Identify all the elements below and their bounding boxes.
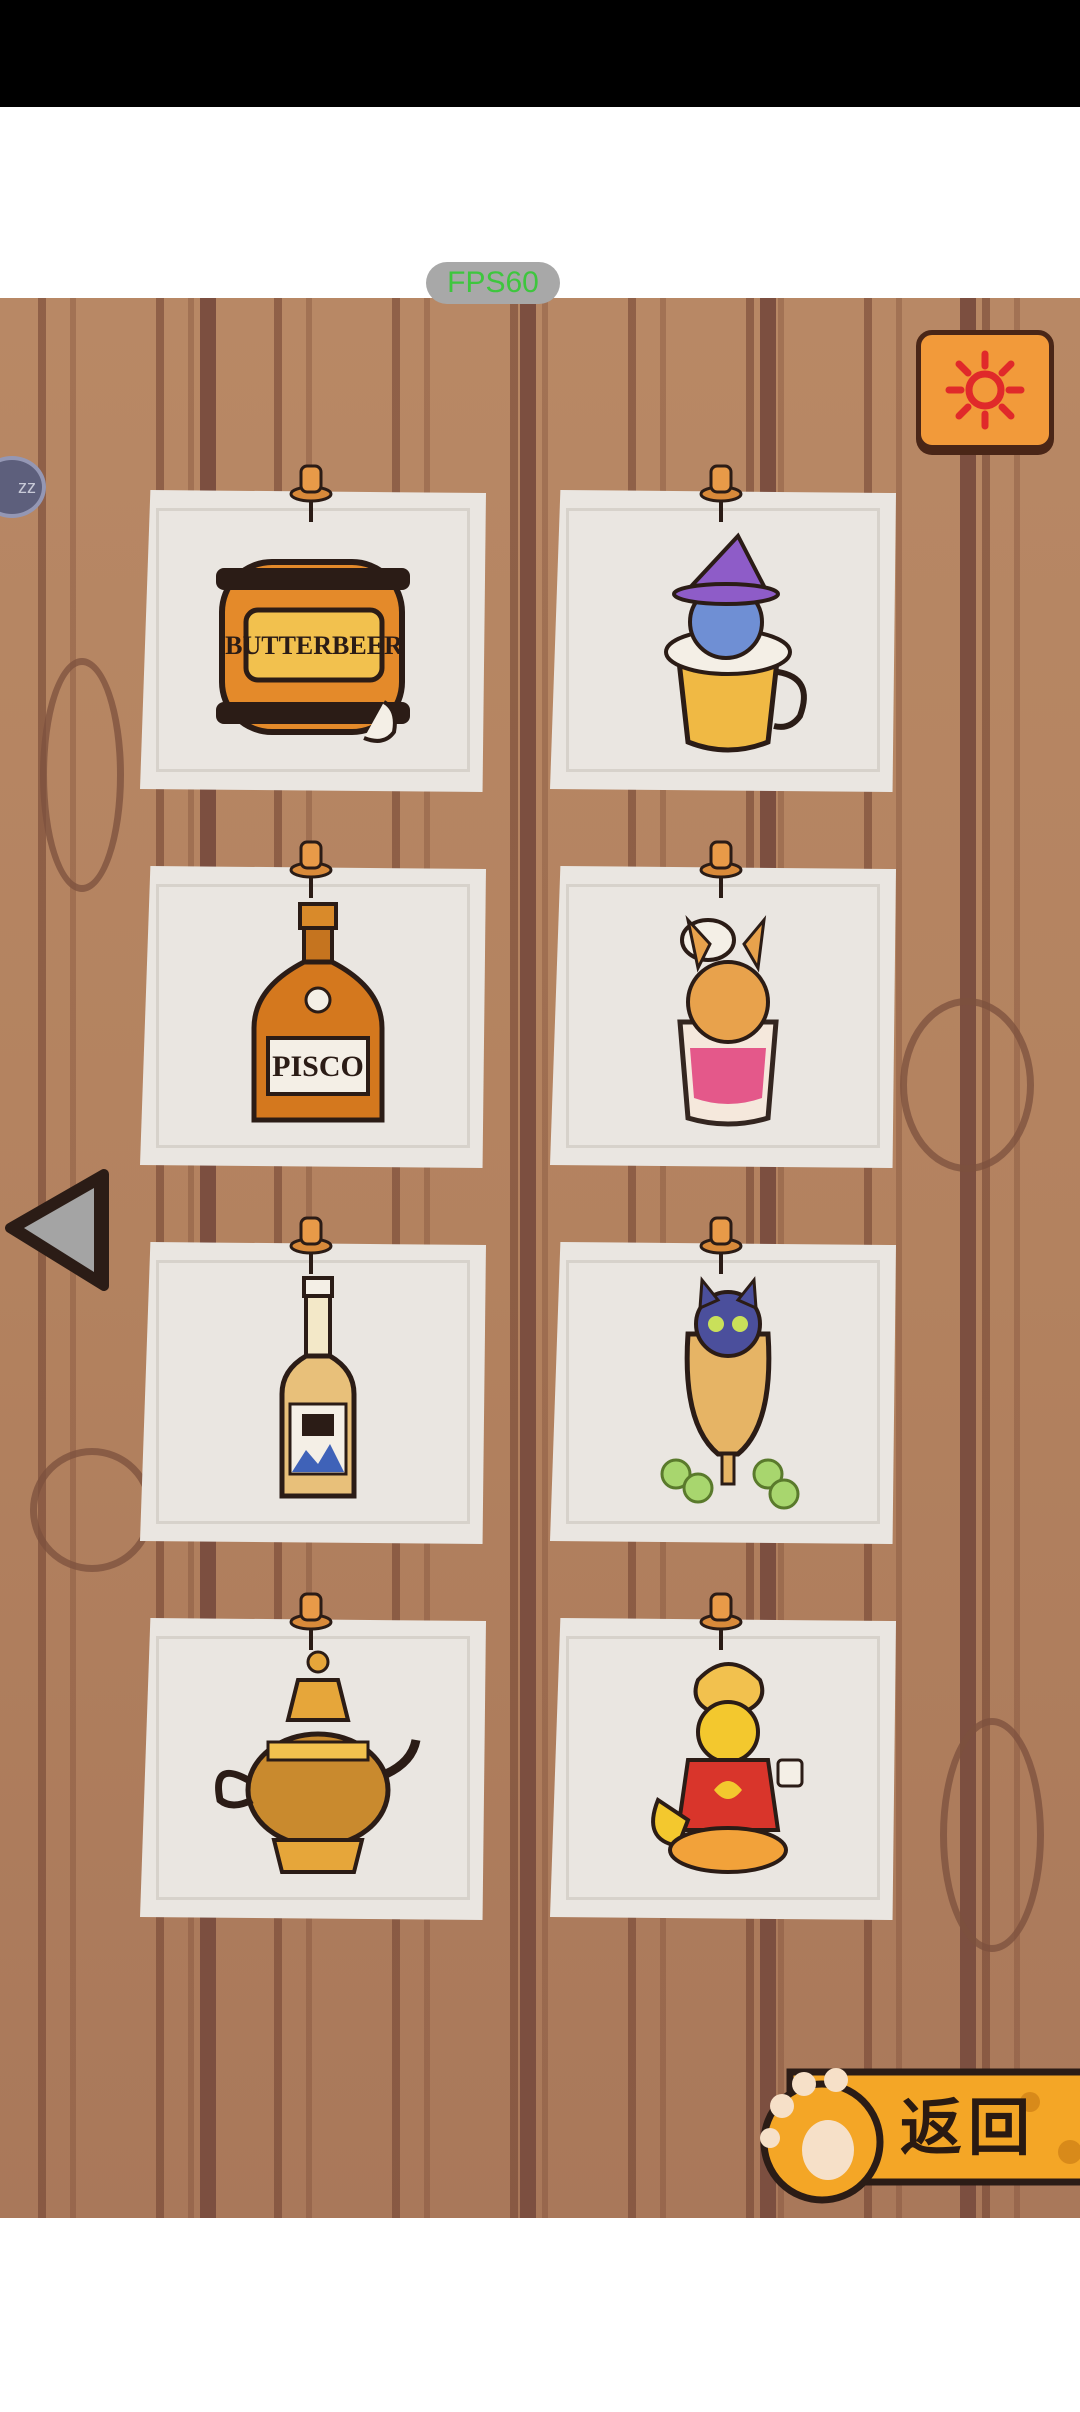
wood-knot bbox=[30, 1448, 154, 1572]
collection-card[interactable] bbox=[550, 460, 920, 792]
collection-grid: BUTTERBEER PISCO bbox=[140, 460, 920, 1960]
svg-text:PISCO: PISCO bbox=[272, 1050, 364, 1083]
pin-icon bbox=[289, 464, 333, 522]
golden-teapot-icon bbox=[215, 1650, 421, 1874]
settings-button[interactable] bbox=[916, 330, 1054, 450]
pisco-bottle-icon: PISCO bbox=[251, 902, 385, 1123]
pin-icon bbox=[289, 840, 333, 898]
wood-knot bbox=[900, 998, 1034, 1172]
wizard-cat-mug-icon bbox=[664, 532, 807, 753]
genie-cat-lamp-icon bbox=[651, 1662, 804, 1874]
pin-icon bbox=[289, 1216, 333, 1274]
collection-card[interactable] bbox=[140, 1212, 510, 1544]
pin-icon bbox=[289, 1592, 333, 1650]
butterbeer-barrel-icon: BUTTERBEER bbox=[216, 559, 410, 743]
return-button-label: 返回 bbox=[900, 2091, 1037, 2164]
collection-card[interactable] bbox=[550, 1588, 920, 1920]
clear-liquor-bottle-icon bbox=[279, 1276, 357, 1499]
collection-card[interactable] bbox=[140, 1588, 510, 1920]
bottom-area bbox=[0, 2218, 1080, 2412]
collection-card[interactable]: BUTTERBEER bbox=[140, 460, 510, 792]
collection-card[interactable] bbox=[550, 1212, 920, 1544]
status-bar bbox=[0, 0, 1080, 107]
collection-card[interactable]: PISCO bbox=[140, 836, 510, 1168]
pin-icon bbox=[699, 464, 743, 522]
svg-text:BUTTERBEER: BUTTERBEER bbox=[225, 631, 403, 660]
fps-counter: FPS60 bbox=[426, 262, 560, 304]
gear-icon bbox=[945, 350, 1025, 430]
wood-knot bbox=[40, 658, 124, 892]
pin-icon bbox=[699, 840, 743, 898]
wood-knot bbox=[940, 1718, 1044, 1952]
grape-cat-glass-icon bbox=[660, 1276, 800, 1510]
pin-icon bbox=[699, 1216, 743, 1274]
back-arrow-button[interactable] bbox=[0, 1168, 120, 1294]
collection-card[interactable] bbox=[550, 836, 920, 1168]
llama-cat-glass-icon bbox=[677, 914, 779, 1127]
pin-icon bbox=[699, 1592, 743, 1650]
